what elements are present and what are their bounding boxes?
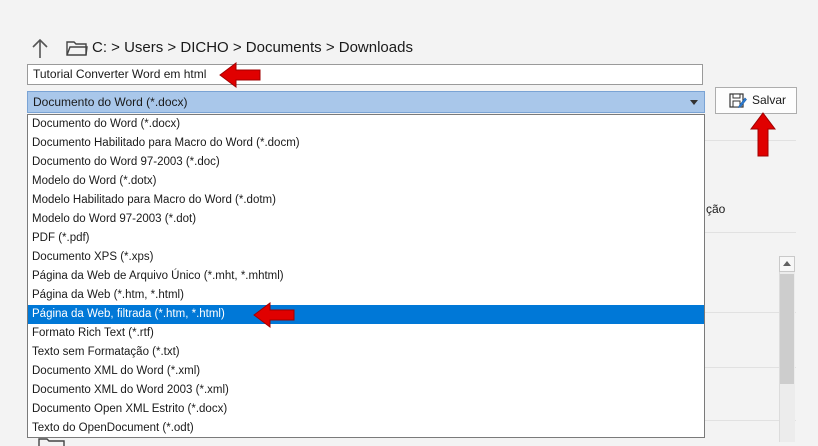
- filetype-option[interactable]: Documento do Word 97-2003 (*.doc): [28, 153, 704, 172]
- filetype-dropdown-list: Documento do Word (*.docx) Documento Hab…: [27, 114, 705, 438]
- save-icon: [729, 93, 747, 108]
- up-arrow-icon[interactable]: [30, 38, 50, 60]
- filetype-option[interactable]: Documento XML do Word (*.xml): [28, 362, 704, 381]
- filetype-option[interactable]: PDF (*.pdf): [28, 229, 704, 248]
- breadcrumb-path[interactable]: C: > Users > DICHO > Documents > Downloa…: [92, 39, 413, 56]
- filetype-option[interactable]: Texto do OpenDocument (*.odt): [28, 419, 704, 438]
- filetype-selected-label: Documento do Word (*.docx): [33, 95, 188, 109]
- filetype-option[interactable]: Documento XPS (*.xps): [28, 248, 704, 267]
- filetype-option-selected[interactable]: Página da Web, filtrada (*.htm, *.html): [28, 305, 704, 324]
- filetype-option[interactable]: Modelo Habilitado para Macro do Word (*.…: [28, 191, 704, 210]
- filetype-option[interactable]: Modelo do Word 97-2003 (*.dot): [28, 210, 704, 229]
- filetype-option[interactable]: Página da Web (*.htm, *.html): [28, 286, 704, 305]
- filename-input[interactable]: Tutorial Converter Word em html: [27, 64, 703, 85]
- filetype-option[interactable]: Documento Open XML Estrito (*.docx): [28, 400, 704, 419]
- folder-icon: [66, 41, 88, 56]
- filetype-select[interactable]: Documento do Word (*.docx): [27, 91, 705, 113]
- save-button-label: Salvar: [752, 93, 787, 107]
- scroll-up-icon[interactable]: [779, 256, 795, 272]
- background-panel: [705, 140, 818, 442]
- divider: [705, 232, 796, 233]
- annotation-arrow-icon: [750, 112, 776, 157]
- background-partial-label: ção: [706, 202, 726, 216]
- annotation-arrow-icon: [219, 62, 261, 88]
- scrollbar-thumb[interactable]: [780, 274, 794, 384]
- filetype-option[interactable]: Documento XML do Word 2003 (*.xml): [28, 381, 704, 400]
- folder-icon: [38, 438, 65, 446]
- chevron-down-icon[interactable]: [690, 100, 698, 105]
- filetype-option[interactable]: Documento Habilitado para Macro do Word …: [28, 134, 704, 153]
- filetype-option[interactable]: Página da Web de Arquivo Único (*.mht, *…: [28, 267, 704, 286]
- filetype-option[interactable]: Documento do Word (*.docx): [28, 115, 704, 134]
- save-button[interactable]: Salvar: [715, 87, 797, 114]
- filetype-option[interactable]: Texto sem Formatação (*.txt): [28, 343, 704, 362]
- filetype-option[interactable]: Formato Rich Text (*.rtf): [28, 324, 704, 343]
- filetype-option[interactable]: Modelo do Word (*.dotx): [28, 172, 704, 191]
- annotation-arrow-icon: [253, 302, 295, 328]
